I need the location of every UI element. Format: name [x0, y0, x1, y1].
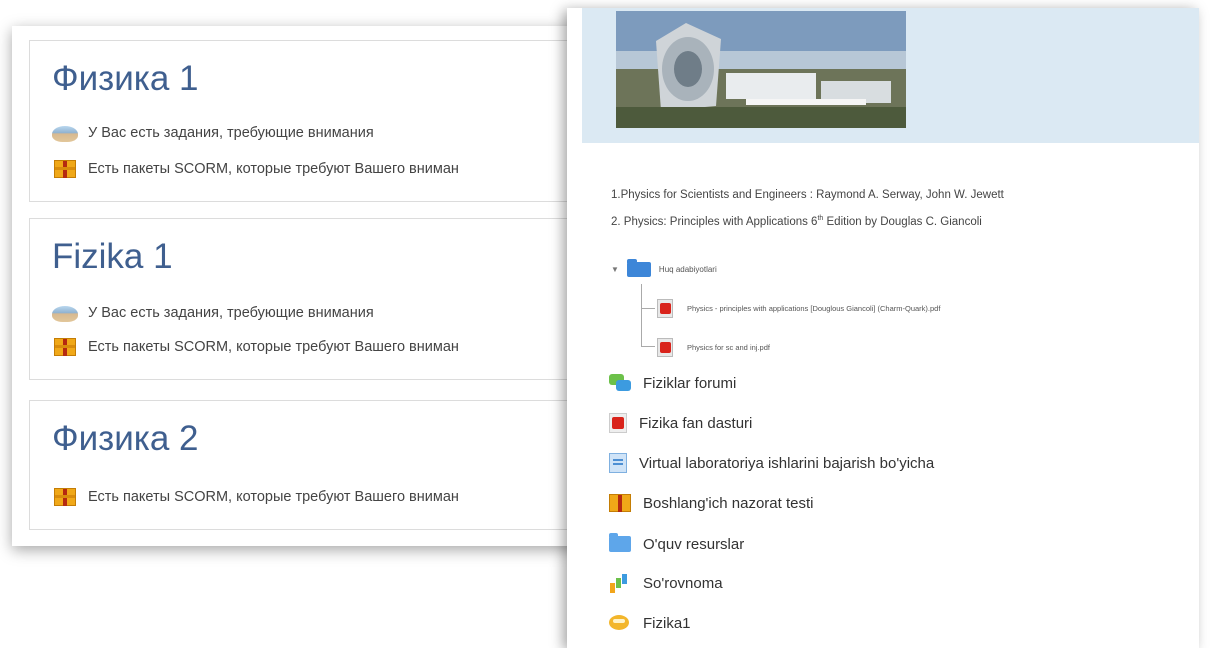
notice-text: Есть пакеты SCORM, которые требуют Вашег… [88, 339, 459, 355]
course-banner [582, 8, 1199, 143]
activity-feedback[interactable]: So'rovnoma [609, 572, 723, 594]
activity-label: Fizika fan dasturi [639, 414, 753, 432]
notice-text: Есть пакеты SCORM, которые требуют Вашег… [88, 489, 459, 505]
activity-folder[interactable]: O'quv resurslar [609, 533, 744, 555]
activity-label: Virtual laboratoriya ishlarini bajarish … [639, 454, 935, 472]
course-notice[interactable]: У Вас есть задания, требующие внимания [52, 303, 374, 323]
tree-connector [641, 346, 655, 347]
activity-label: Fizika1 [643, 614, 691, 632]
notice-text: У Вас есть задания, требующие внимания [88, 305, 374, 321]
page-icon [609, 453, 627, 473]
course-card: Физика 2 Есть пакеты SCORM, которые треб… [29, 400, 591, 530]
reference-book: 2. Physics: Principles with Applications… [611, 215, 982, 228]
course-title-link[interactable]: Физика 2 [52, 419, 199, 459]
pdf-icon [609, 413, 627, 433]
folder-icon [609, 533, 631, 552]
course-notice[interactable]: Есть пакеты SCORM, которые требуют Вашег… [52, 337, 459, 357]
file-name: Physics - principles with applications [… [687, 303, 941, 313]
course-notice[interactable]: Есть пакеты SCORM, которые требуют Вашег… [52, 487, 459, 507]
expand-triangle-icon[interactable]: ▼ [611, 265, 619, 274]
chat-icon [609, 613, 631, 633]
reference-book: 1.Physics for Scientists and Engineers :… [611, 189, 1004, 201]
file-name: Physics for sc and inj.pdf [687, 342, 770, 352]
feedback-chart-icon [609, 573, 631, 593]
folder-file-link[interactable]: Physics - principles with applications [… [657, 298, 940, 318]
activity-chat[interactable]: Fizika1 [609, 612, 691, 634]
pdf-icon [657, 337, 673, 357]
course-page-panel: 1.Physics for Scientists and Engineers :… [567, 8, 1199, 648]
activity-label: Fiziklar forumi [643, 374, 737, 392]
pdf-icon [657, 298, 673, 318]
activity-scorm[interactable]: Boshlang'ich nazorat testi [609, 492, 813, 514]
course-title-link[interactable]: Fizika 1 [52, 237, 173, 277]
activity-page[interactable]: Virtual laboratoriya ishlarini bajarish … [609, 452, 934, 474]
folder-icon [626, 258, 651, 277]
course-list-panel: Физика 1 У Вас есть задания, требующие в… [12, 26, 612, 546]
notice-text: У Вас есть задания, требующие внимания [88, 125, 374, 141]
folder-name: Huq adabiyotlari [658, 264, 717, 274]
tree-connector [641, 284, 642, 346]
physics-facility-photo [616, 11, 906, 128]
course-notice[interactable]: Есть пакеты SCORM, которые требуют Вашег… [52, 159, 459, 179]
course-banner-image [616, 11, 906, 128]
tree-connector [641, 308, 655, 309]
forum-icon [609, 373, 631, 393]
scorm-package-icon [52, 338, 80, 356]
activity-forum[interactable]: Fiziklar forumi [609, 372, 736, 394]
scorm-package-icon [52, 488, 80, 506]
notice-text: Есть пакеты SCORM, которые требуют Вашег… [88, 161, 459, 177]
assignment-icon [52, 124, 80, 142]
activity-label: O'quv resurslar [643, 535, 745, 553]
course-card: Физика 1 У Вас есть задания, требующие в… [29, 40, 591, 202]
course-title-link[interactable]: Физика 1 [52, 59, 199, 99]
folder-file-link[interactable]: Physics for sc and inj.pdf [657, 337, 770, 357]
course-notice[interactable]: У Вас есть задания, требующие внимания [52, 123, 374, 143]
folder-huq-adabiyotlari[interactable]: ▼ Huq adabiyotlari [611, 258, 717, 278]
activity-label: Boshlang'ich nazorat testi [643, 494, 814, 512]
course-card: Fizika 1 У Вас есть задания, требующие в… [29, 218, 591, 380]
activity-label: So'rovnoma [643, 574, 723, 592]
assignment-icon [52, 304, 80, 322]
scorm-package-icon [609, 494, 631, 512]
activity-pdf[interactable]: Fizika fan dasturi [609, 412, 752, 434]
scorm-package-icon [52, 160, 80, 178]
